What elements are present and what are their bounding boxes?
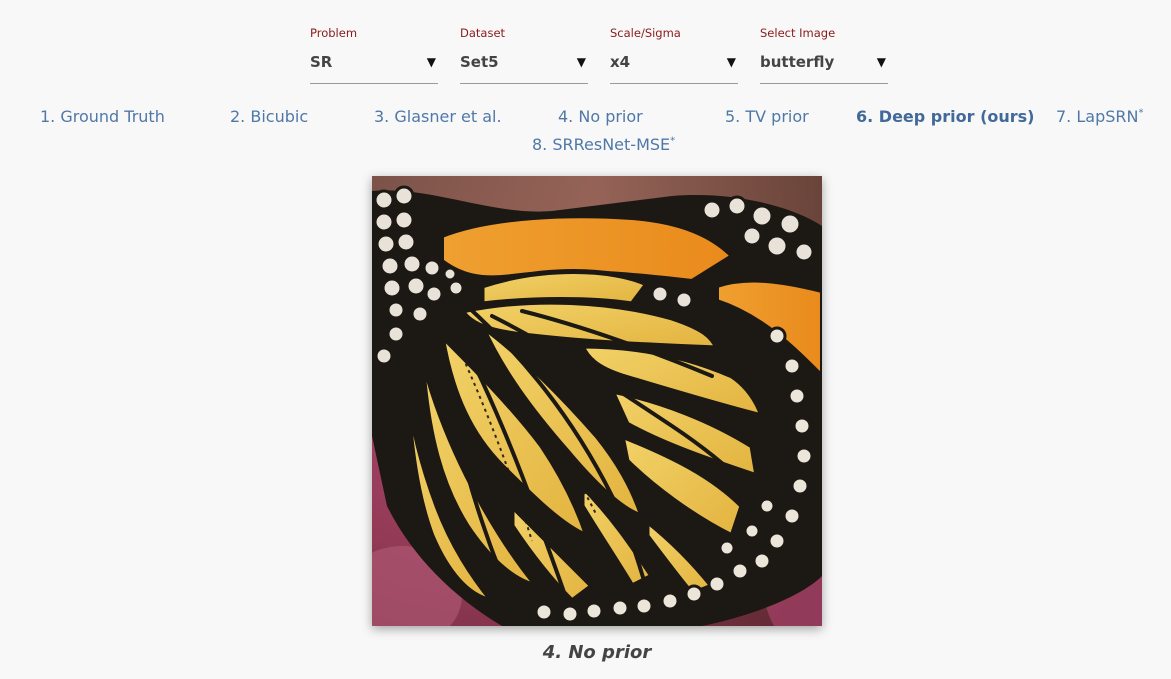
image-select-value: butterfly xyxy=(760,53,835,71)
scale-select-group: Scale/Sigma x4 ▼ xyxy=(610,25,760,84)
dataset-select[interactable]: Set5 ▼ xyxy=(460,52,588,84)
tab-sup: * xyxy=(1138,107,1144,119)
scale-label: Scale/Sigma xyxy=(610,26,681,40)
dropdown-arrow-icon: ▼ xyxy=(426,55,436,69)
tab-sup: * xyxy=(670,135,676,147)
tab-label: 5. TV prior xyxy=(725,107,809,126)
problem-label: Problem xyxy=(310,26,358,40)
tab-ground-truth[interactable]: 1. Ground Truth xyxy=(40,105,165,129)
image-select[interactable]: butterfly ▼ xyxy=(760,52,888,84)
problem-select-group: Problem SR ▼ xyxy=(310,25,460,84)
tab-label: 1. Ground Truth xyxy=(40,107,165,126)
tab-label: 4. No prior xyxy=(558,107,643,126)
problem-select-value: SR xyxy=(310,53,333,71)
image-caption: 4. No prior xyxy=(542,642,652,663)
scale-select[interactable]: x4 ▼ xyxy=(610,52,738,84)
tab-label: 3. Glasner et al. xyxy=(374,107,502,126)
tab-label: 7. LapSRN xyxy=(1056,107,1139,126)
tab-label: 2. Bicubic xyxy=(230,107,309,126)
butterfly-wing-image xyxy=(372,176,822,626)
dropdown-arrow-icon: ▼ xyxy=(576,55,586,69)
result-image xyxy=(372,176,822,626)
tab-bicubic[interactable]: 2. Bicubic xyxy=(230,105,308,129)
tab-srresnet-mse[interactable]: 8. SRResNet-MSE* xyxy=(532,133,675,157)
tab-glasner[interactable]: 3. Glasner et al. xyxy=(374,105,502,129)
tab-label: 6. Deep prior (ours) xyxy=(856,107,1035,126)
selector-bar: Problem SR ▼ Dataset Set5 ▼ Scale/Sigma … xyxy=(310,25,910,84)
dropdown-arrow-icon: ▼ xyxy=(876,55,886,69)
dropdown-arrow-icon: ▼ xyxy=(726,55,736,69)
image-select-group: Select Image butterfly ▼ xyxy=(760,25,910,84)
tab-label: 8. SRResNet-MSE xyxy=(532,135,671,154)
dataset-select-group: Dataset Set5 ▼ xyxy=(460,25,610,84)
tab-tv-prior[interactable]: 5. TV prior xyxy=(725,105,809,129)
scale-select-value: x4 xyxy=(610,53,631,71)
image-label: Select Image xyxy=(760,26,836,40)
tab-deep-prior[interactable]: 6. Deep prior (ours) xyxy=(856,105,1035,129)
dataset-select-value: Set5 xyxy=(460,53,499,71)
problem-select[interactable]: SR ▼ xyxy=(310,52,438,84)
tab-lapsrn[interactable]: 7. LapSRN* xyxy=(1056,105,1143,129)
tab-no-prior[interactable]: 4. No prior xyxy=(558,105,643,129)
dataset-label: Dataset xyxy=(460,26,506,40)
